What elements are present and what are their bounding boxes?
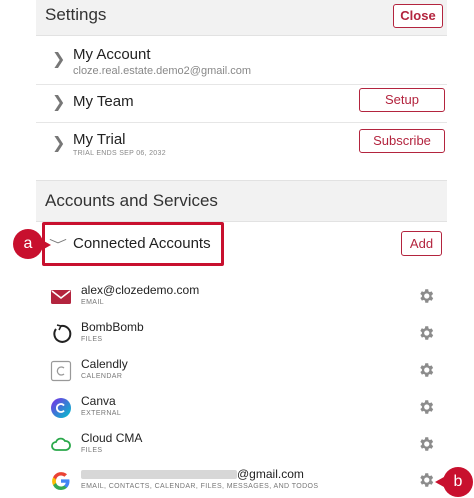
my-team-row[interactable]: ❯ My Team Setup bbox=[36, 85, 447, 123]
gear-icon[interactable] bbox=[417, 361, 435, 379]
calendly-icon bbox=[50, 360, 72, 382]
callout-a-badge: a bbox=[13, 229, 51, 259]
gear-icon[interactable] bbox=[417, 435, 435, 453]
account-type: EXTERNAL bbox=[81, 410, 122, 417]
account-item[interactable]: Calendly CALENDAR bbox=[36, 356, 447, 393]
redacted-email bbox=[81, 470, 237, 479]
my-trial-row[interactable]: ❯ My Trial TRIAL ENDS SEP 06, 2032 Subsc… bbox=[36, 123, 447, 171]
account-name: Canva bbox=[81, 394, 116, 408]
account-item[interactable]: Cloud CMA FILES bbox=[36, 430, 447, 467]
settings-title: Settings bbox=[45, 5, 107, 24]
bombbomb-icon bbox=[53, 324, 72, 343]
account-name: Calendly bbox=[81, 357, 128, 371]
close-button[interactable]: Close bbox=[393, 4, 443, 28]
my-account-email: cloze.real.estate.demo2@gmail.com bbox=[73, 65, 252, 77]
trial-ends-text: TRIAL ENDS SEP 06, 2032 bbox=[73, 150, 166, 157]
setup-button[interactable]: Setup bbox=[359, 88, 445, 112]
accounts-services-header: Accounts and Services bbox=[36, 180, 447, 222]
chevron-right-icon: ❯ bbox=[52, 51, 66, 68]
gear-icon[interactable] bbox=[417, 471, 435, 489]
subscribe-button[interactable]: Subscribe bbox=[359, 129, 445, 153]
chevron-down-icon[interactable]: ﹀ bbox=[49, 236, 67, 253]
account-type: CALENDAR bbox=[81, 373, 123, 380]
my-team-title: My Team bbox=[73, 93, 134, 110]
account-type: EMAIL bbox=[81, 299, 105, 306]
google-icon bbox=[52, 472, 70, 490]
account-item[interactable]: alex@clozedemo.com EMAIL bbox=[36, 282, 447, 319]
account-type: FILES bbox=[81, 447, 103, 454]
gear-icon[interactable] bbox=[417, 324, 435, 342]
my-trial-title: My Trial bbox=[73, 131, 126, 148]
chevron-right-icon: ❯ bbox=[52, 135, 66, 152]
account-type: FILES bbox=[81, 336, 103, 343]
cloudcma-icon bbox=[51, 437, 71, 451]
accounts-services-title: Accounts and Services bbox=[45, 191, 218, 210]
chevron-right-icon: ❯ bbox=[52, 94, 66, 111]
gear-icon[interactable] bbox=[417, 398, 435, 416]
account-name: alex@clozedemo.com bbox=[81, 283, 200, 297]
callout-b-badge: b bbox=[435, 467, 473, 497]
account-name: @gmail.com bbox=[237, 467, 304, 481]
account-name: BombBomb bbox=[81, 320, 144, 334]
email-icon bbox=[51, 290, 71, 304]
settings-header: Settings Close bbox=[36, 0, 447, 36]
account-item[interactable]: Canva EXTERNAL bbox=[36, 393, 447, 430]
my-account-row[interactable]: ❯ My Account cloze.real.estate.demo2@gma… bbox=[36, 37, 447, 85]
canva-icon bbox=[51, 398, 71, 418]
add-account-button[interactable]: Add bbox=[401, 231, 442, 256]
account-item[interactable]: BombBomb FILES bbox=[36, 319, 447, 356]
my-account-title: My Account bbox=[73, 46, 151, 63]
account-name: Cloud CMA bbox=[81, 431, 143, 445]
account-type: EMAIL, CONTACTS, CALENDAR, FILES, MESSAG… bbox=[81, 483, 319, 490]
account-item[interactable]: @gmail.com EMAIL, CONTACTS, CALENDAR, FI… bbox=[36, 466, 447, 498]
gear-icon[interactable] bbox=[417, 287, 435, 305]
connected-accounts-toggle[interactable]: Connected Accounts bbox=[73, 235, 211, 252]
